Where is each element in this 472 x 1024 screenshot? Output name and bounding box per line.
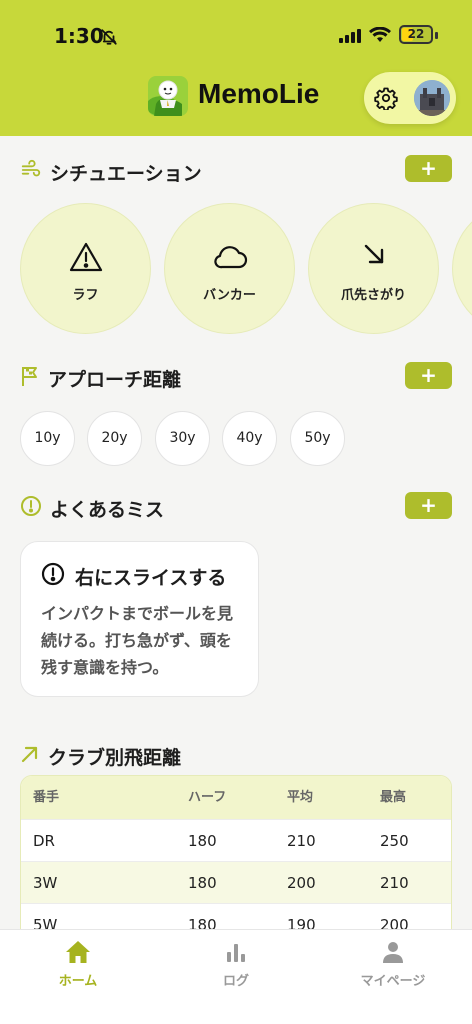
miss-title: よくあるミス (50, 498, 165, 521)
wind-icon (20, 159, 42, 185)
cloud-icon (212, 242, 248, 274)
table-cell: 200 (287, 874, 316, 892)
nav-item-mypage[interactable]: マイページ (333, 940, 453, 989)
alert-circle-icon (20, 495, 42, 521)
distance-chip[interactable]: 50y (290, 411, 345, 466)
table-header-cell: ハーフ (188, 790, 227, 805)
table-row[interactable]: 3W 180 200 210 (21, 862, 451, 904)
user-avatar[interactable] (414, 80, 450, 116)
nav-label: ログ (222, 974, 249, 989)
arrow-up-right-icon (20, 744, 40, 768)
distance-chip[interactable]: 10y (20, 411, 75, 466)
bottom-nav: ホーム ログ マイページ (0, 929, 472, 1024)
battery-level: 22 (407, 27, 425, 41)
situation-title: シチュエーション (50, 162, 202, 185)
situation-item-toe-down[interactable]: 爪先さがり (308, 203, 439, 334)
table-header-cell: 番手 (33, 790, 60, 805)
table-header-cell: 平均 (287, 790, 314, 805)
approach-title: アプローチ距離 (48, 368, 182, 391)
app-title: MemoLie (198, 78, 320, 109)
distance-chip[interactable]: 40y (222, 411, 277, 466)
table-cell: 180 (188, 832, 217, 850)
approach-section-title: アプローチ距離 (20, 364, 181, 392)
header-actions (364, 72, 456, 124)
bar-chart-icon (176, 940, 296, 964)
nav-label: マイページ (360, 974, 426, 989)
bell-off-icon (100, 28, 118, 50)
situation-label: 爪先さがり (340, 288, 406, 303)
status-time: 1:30 (54, 24, 104, 48)
status-bar: 1:30 22 (0, 22, 472, 50)
add-situation-button[interactable]: + (405, 155, 452, 182)
add-miss-button[interactable]: + (405, 492, 452, 519)
situation-label: バンカー (203, 288, 256, 303)
situation-label: ラフ (72, 288, 99, 303)
table-cell: 210 (287, 832, 316, 850)
distance-chip[interactable]: 20y (87, 411, 142, 466)
situation-list: ラフ バンカー 爪先さがり (20, 203, 472, 335)
signal-icon (339, 28, 363, 47)
table-cell: 180 (188, 874, 217, 892)
person-icon (333, 940, 453, 964)
arrow-down-right-icon (362, 242, 386, 270)
miss-card-title: 右にスライスする (75, 566, 227, 589)
table-cell: 3W (33, 874, 58, 892)
app-header: 1:30 22 MemoLie (0, 0, 472, 136)
table-cell: 210 (380, 874, 409, 892)
alert-circle-icon (41, 562, 65, 590)
logo-icon (148, 76, 188, 116)
warning-icon (69, 242, 103, 276)
table-header-row: 番手 ハーフ 平均 最高 (21, 776, 451, 820)
table-header-cell: 最高 (380, 790, 407, 805)
club-title: クラブ別飛距離 (48, 746, 182, 769)
flag-icon (20, 365, 40, 391)
miss-card-body: インパクトまでボールを見続ける。打ち急がず、頭を残す意識を持つ。 (41, 604, 234, 677)
nav-item-home[interactable]: ホーム (18, 940, 138, 989)
home-icon (18, 940, 138, 964)
battery-indicator: 22 (399, 25, 433, 44)
add-approach-button[interactable]: + (405, 362, 452, 389)
miss-section-title: よくあるミス (20, 494, 164, 522)
distance-chip[interactable]: 30y (155, 411, 210, 466)
situation-item-more[interactable] (452, 203, 472, 334)
wifi-icon (369, 26, 391, 47)
nav-label: ホーム (58, 974, 98, 989)
nav-item-log[interactable]: ログ (176, 940, 296, 989)
situation-section-title: シチュエーション (20, 158, 202, 186)
settings-gear-icon[interactable] (374, 86, 398, 114)
club-section-title: クラブ別飛距離 (20, 742, 181, 770)
miss-card-header: 右にスライスする (41, 562, 226, 590)
situation-item-rough[interactable]: ラフ (20, 203, 151, 334)
table-row[interactable]: DR 180 210 250 (21, 820, 451, 862)
situation-item-bunker[interactable]: バンカー (164, 203, 295, 334)
miss-card[interactable]: 右にスライスする インパクトまでボールを見続ける。打ち急がず、頭を残す意識を持つ… (20, 541, 259, 697)
table-cell: DR (33, 832, 55, 850)
table-cell: 250 (380, 832, 409, 850)
